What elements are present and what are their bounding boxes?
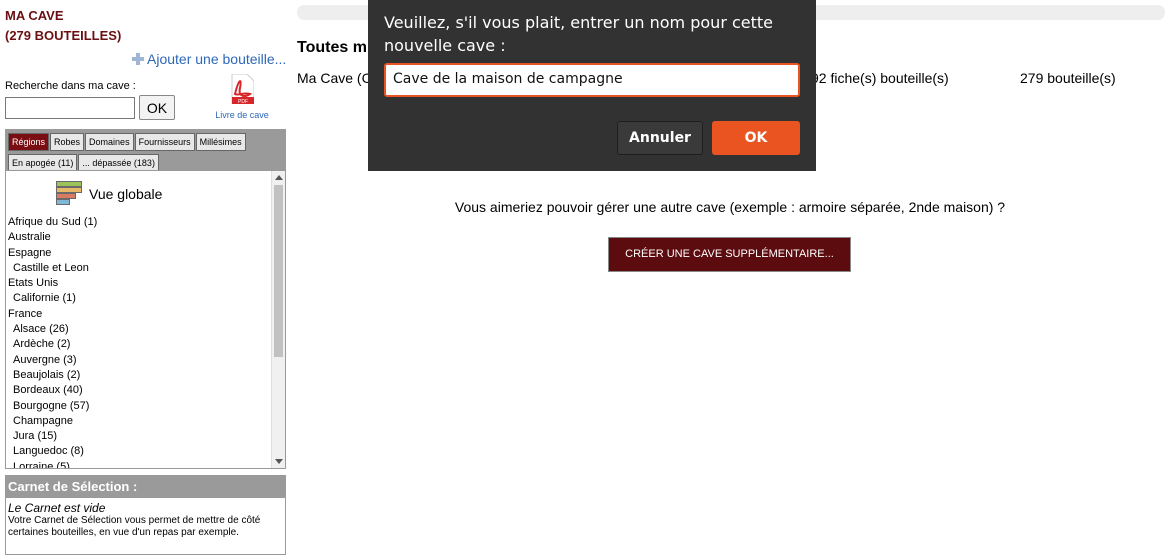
search-input[interactable]: [5, 97, 135, 119]
cave-bottles-cell: 279 bouteille(s): [1020, 70, 1116, 86]
tab-fournisseurs[interactable]: Fournisseurs: [134, 133, 195, 151]
dialog-message: Veuillez, s'il vous plait, entrer un nom…: [384, 13, 774, 55]
tab-robes[interactable]: Robes: [50, 133, 85, 151]
vue-globale-label: Vue globale: [89, 186, 163, 202]
pdf-icon: PDF: [230, 73, 255, 105]
tab-domaines[interactable]: Domaines: [85, 133, 134, 151]
regions-list-panel: Vue globale Afrique du Sud (1) Australie E…: [5, 170, 286, 469]
region-item[interactable]: Jura (15): [8, 429, 97, 444]
region-item[interactable]: Lorraine (5): [8, 460, 97, 468]
carnet-empty-text: Le Carnet est vide: [8, 501, 106, 515]
region-item[interactable]: Castille et Leon: [8, 261, 97, 276]
carnet-title: Carnet de Sélection :: [6, 476, 285, 498]
region-item[interactable]: Etats Unis: [8, 276, 97, 291]
cave-name-input[interactable]: Cave de la maison de campagne: [384, 63, 800, 97]
region-item[interactable]: Auvergne (3): [8, 353, 97, 368]
livre-de-cave-link[interactable]: PDF Livre de cave: [212, 73, 272, 120]
region-item[interactable]: Ardèche (2): [8, 337, 97, 352]
create-cave-button[interactable]: CRÉER UNE CAVE SUPPLÉMENTAIRE...: [608, 237, 851, 272]
search-label: Recherche dans ma cave :: [5, 80, 136, 92]
region-item[interactable]: Languedoc (8): [8, 444, 97, 459]
add-bottle-label: Ajouter une bouteille...: [147, 51, 287, 67]
carnet-panel: Carnet de Sélection : Le Carnet est vide…: [5, 475, 286, 555]
regions-scrollbar[interactable]: [271, 171, 285, 468]
region-item[interactable]: Bourgogne (57): [8, 399, 97, 414]
extra-cave-question: Vous aimeriez pouvoir gérer une autre ca…: [454, 199, 1006, 215]
region-item[interactable]: Alsace (26): [8, 322, 97, 337]
svg-text:PDF: PDF: [238, 99, 248, 104]
add-bottle-link[interactable]: Ajouter une bouteille...: [132, 51, 286, 67]
main-heading: Toutes m: [297, 39, 367, 56]
plus-icon: [132, 53, 144, 65]
region-item[interactable]: Australie: [8, 230, 97, 245]
vue-globale-link[interactable]: Vue globale: [56, 181, 162, 207]
cave-title-block: MA CAVE (279 BOUTEILLES): [5, 6, 121, 46]
bottle-count: (279 BOUTEILLES): [5, 28, 122, 43]
region-item[interactable]: Champagne: [8, 414, 97, 429]
carnet-description: Votre Carnet de Sélection vous permet de…: [8, 515, 261, 538]
tab-regions[interactable]: Régions: [8, 133, 50, 151]
stacked-bars-icon: [56, 181, 83, 207]
scroll-down-icon[interactable]: [275, 459, 283, 464]
region-item[interactable]: Afrique du Sud (1): [8, 215, 97, 230]
cave-title: MA CAVE: [5, 8, 64, 23]
search-ok-button[interactable]: OK: [139, 95, 175, 120]
sidebar: MA CAVE (279 BOUTEILLES) Ajouter une bou…: [0, 0, 290, 555]
region-item[interactable]: Espagne: [8, 246, 97, 261]
scroll-thumb[interactable]: [274, 185, 283, 357]
region-item[interactable]: France: [8, 307, 97, 322]
cancel-button[interactable]: Annuler: [617, 121, 703, 155]
cave-name-cell[interactable]: Ma Cave (C: [297, 70, 372, 86]
ok-button[interactable]: OK: [712, 121, 800, 155]
region-item[interactable]: Bordeaux (40): [8, 383, 97, 398]
region-item[interactable]: Californie (1): [8, 291, 97, 306]
cave-fiches-cell: 92 fiche(s) bouteille(s): [811, 70, 949, 86]
pdf-caption: Livre de cave: [215, 110, 269, 120]
region-item[interactable]: Beaujolais (2): [8, 368, 97, 383]
prompt-dialog: Veuillez, s'il vous plait, entrer un nom…: [368, 0, 816, 171]
filter-tabs: Régions Robes Domaines Fournisseurs Millésim…: [5, 129, 286, 172]
tab-millesimes[interactable]: Millésimes: [195, 133, 246, 151]
region-list: Afrique du Sud (1) Australie Espagne Castil…: [8, 215, 97, 468]
scroll-up-icon[interactable]: [275, 175, 283, 180]
